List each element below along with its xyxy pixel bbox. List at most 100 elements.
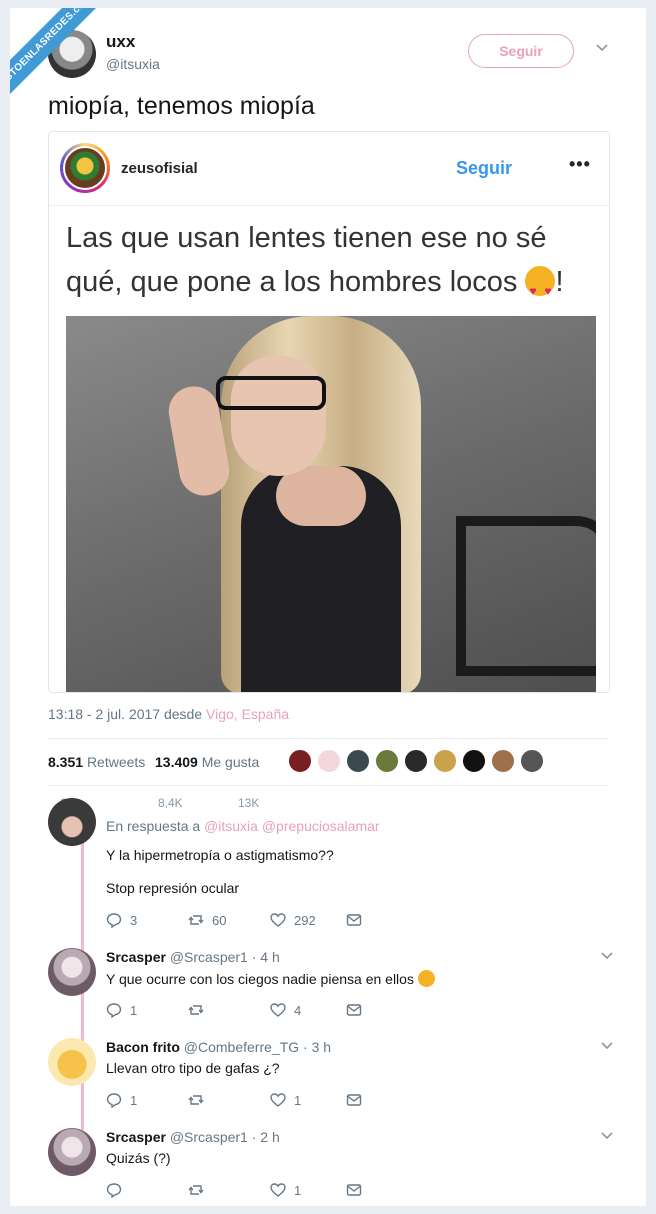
- envelope-icon: [346, 1002, 362, 1018]
- follow-button[interactable]: Seguir: [468, 34, 574, 68]
- direct-message-button[interactable]: [346, 1002, 370, 1018]
- instagram-avatar[interactable]: [60, 143, 110, 193]
- photo-rail: [456, 516, 596, 676]
- more-options-icon[interactable]: •••: [569, 154, 591, 175]
- direct-message-button[interactable]: [346, 912, 370, 928]
- likes-count: 13.409: [155, 754, 198, 770]
- liker-avatar[interactable]: [520, 749, 544, 773]
- reply-item[interactable]: En respuesta a @itsuxia @prepuciosalamar…: [48, 798, 618, 938]
- main-likes-count[interactable]: 13K: [238, 796, 259, 808]
- reply-text-line-1: Y la hipermetropía o astigmatismo??: [106, 847, 334, 863]
- reply-time[interactable]: · 4 h: [252, 949, 280, 965]
- embedded-instagram-post[interactable]: zeusofisial Seguir ••• Las que usan lent…: [48, 131, 610, 693]
- instagram-follow-button[interactable]: Seguir: [456, 158, 512, 179]
- reply-author-handle[interactable]: @Combeferre_TG: [184, 1039, 299, 1055]
- liker-avatar[interactable]: [317, 749, 341, 773]
- reply-button[interactable]: 3: [106, 912, 137, 929]
- retweet-icon: [188, 912, 204, 928]
- reply-time[interactable]: · 3 h: [303, 1039, 331, 1055]
- chevron-down-icon[interactable]: [592, 40, 612, 60]
- reply-time[interactable]: · 2 h: [252, 1129, 280, 1145]
- reply-count: 1: [130, 1003, 138, 1018]
- main-retweets-count[interactable]: 8,4K: [158, 796, 183, 808]
- disappointed-emoji-icon: [417, 970, 435, 987]
- timestamp-text[interactable]: 13:18 - 2 jul. 2017 desde: [48, 706, 206, 722]
- liker-avatar[interactable]: [288, 749, 312, 773]
- reply-author-handle[interactable]: @Srcasper1: [170, 949, 248, 965]
- caption-exclamation: !: [555, 266, 564, 298]
- photo-shoulder: [276, 466, 366, 526]
- main-tweet-actions: 66 8,4K 13K: [48, 796, 348, 808]
- chevron-down-icon[interactable]: [600, 948, 616, 965]
- heart-icon: [270, 1002, 286, 1018]
- reply-actions: 3 60 292: [106, 912, 406, 932]
- retweets-count: 8.351: [48, 754, 84, 770]
- heart-eyes-emoji-icon: [525, 266, 556, 313]
- in-reply-to: En respuesta a @itsuxia @prepuciosalamar: [106, 818, 380, 834]
- instagram-caption: Las que usan lentes tienen ese no sé qué…: [66, 216, 596, 313]
- reply-item[interactable]: Bacon frito @Combeferre_TG · 3 h Llevan …: [48, 1038, 618, 1118]
- reply-text: Y que ocurre con los ciegos nadie piensa…: [106, 970, 435, 987]
- caption-line-2: qué, que pone a los hombres locos !: [66, 260, 596, 313]
- reply-author[interactable]: Bacon frito @Combeferre_TG · 3 h: [106, 1039, 331, 1055]
- post-photo[interactable]: [66, 316, 596, 692]
- retweet-button[interactable]: [188, 1002, 212, 1018]
- photo-glasses: [216, 376, 326, 410]
- reply-button[interactable]: 1: [106, 1002, 138, 1019]
- reply-author-name[interactable]: Bacon frito: [106, 1039, 180, 1055]
- chevron-down-icon[interactable]: [600, 1128, 616, 1145]
- direct-message-button[interactable]: [346, 1182, 370, 1198]
- reply-author-name[interactable]: Srcasper: [106, 949, 166, 965]
- liker-avatar[interactable]: [462, 749, 486, 773]
- reply-icon: [106, 1182, 122, 1199]
- retweet-button[interactable]: 60: [188, 912, 226, 928]
- caption-line-2-text: qué, que pone a los hombres locos: [66, 266, 526, 298]
- reply-item[interactable]: Srcasper @Srcasper1 · 2 h Quizás (?) 1: [48, 1128, 618, 1206]
- like-count: 1: [294, 1183, 302, 1198]
- envelope-icon: [346, 1092, 362, 1108]
- likes-stat[interactable]: 13.409 Me gusta: [155, 754, 259, 770]
- location-link[interactable]: Vigo, España: [206, 706, 289, 722]
- like-button[interactable]: 292: [270, 912, 316, 928]
- reply-button[interactable]: [106, 1182, 130, 1199]
- chevron-down-icon[interactable]: [600, 1038, 616, 1055]
- liker-avatar[interactable]: [491, 749, 515, 773]
- like-count: 4: [294, 1003, 302, 1018]
- reply-button[interactable]: 1: [106, 1092, 137, 1109]
- tweet-stats: 8.351 Retweets 13.409 Me gusta: [48, 738, 608, 786]
- in-reply-users-link[interactable]: @itsuxia @prepuciosalamar: [204, 818, 380, 834]
- liker-avatar[interactable]: [433, 749, 457, 773]
- envelope-icon: [346, 912, 362, 928]
- tweet-timestamp: 13:18 - 2 jul. 2017 desde Vigo, España: [48, 706, 289, 722]
- retweet-button[interactable]: [188, 1182, 212, 1198]
- author-name[interactable]: uxx: [106, 32, 135, 52]
- like-button[interactable]: 1: [270, 1182, 301, 1198]
- like-button[interactable]: 1: [270, 1092, 301, 1108]
- author-handle[interactable]: @itsuxia: [106, 56, 160, 72]
- retweets-label: Retweets: [86, 754, 146, 770]
- reply-item[interactable]: Srcasper @Srcasper1 · 4 h Y que ocurre c…: [48, 948, 618, 1028]
- retweets-stat[interactable]: 8.351 Retweets: [48, 754, 145, 770]
- reply-avatar[interactable]: [48, 798, 96, 846]
- reply-text: Llevan otro tipo de gafas ¿?: [106, 1060, 280, 1076]
- direct-message-button[interactable]: [346, 1092, 370, 1108]
- reply-author[interactable]: Srcasper @Srcasper1 · 2 h: [106, 1129, 280, 1145]
- instagram-username[interactable]: zeusofisial: [121, 160, 198, 177]
- liker-avatar[interactable]: [404, 749, 428, 773]
- retweet-icon: [188, 1092, 204, 1108]
- like-button[interactable]: 4: [270, 1002, 301, 1018]
- reply-avatar[interactable]: [48, 1128, 96, 1176]
- photo-face: [231, 356, 326, 476]
- reply-author-name[interactable]: Srcasper: [106, 1129, 166, 1145]
- liker-avatar[interactable]: [346, 749, 370, 773]
- reply-icon: [106, 1092, 122, 1109]
- reply-avatar[interactable]: [48, 1038, 96, 1086]
- envelope-icon: [346, 1182, 362, 1198]
- reply-actions: 1 4: [106, 1002, 406, 1022]
- reply-avatar[interactable]: [48, 948, 96, 996]
- liker-avatar[interactable]: [375, 749, 399, 773]
- reply-author[interactable]: Srcasper @Srcasper1 · 4 h: [106, 949, 280, 965]
- retweet-button[interactable]: [188, 1092, 212, 1108]
- tweet-header: uxx @itsuxia Seguir: [48, 26, 646, 86]
- reply-author-handle[interactable]: @Srcasper1: [170, 1129, 248, 1145]
